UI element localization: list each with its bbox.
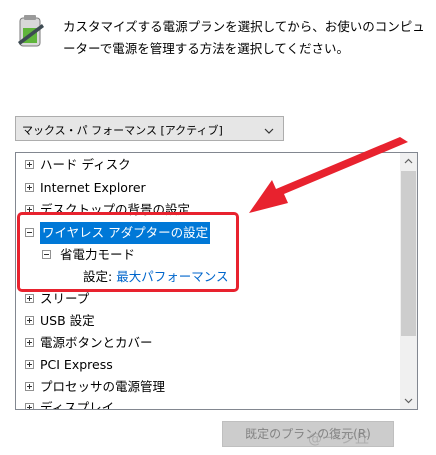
expand-plus-icon[interactable] xyxy=(25,205,34,214)
expand-plus-icon[interactable] xyxy=(25,294,34,303)
power-plan-icon xyxy=(14,14,48,52)
collapse-minus-icon[interactable] xyxy=(42,250,51,259)
expand-plus-icon[interactable] xyxy=(25,382,34,391)
setting-label: 設定: xyxy=(83,269,113,284)
vertical-scrollbar[interactable] xyxy=(400,153,417,409)
expand-plus-icon[interactable] xyxy=(25,360,34,369)
collapse-minus-icon[interactable] xyxy=(25,228,34,237)
scroll-up-arrow-icon[interactable] xyxy=(400,153,417,170)
expand-plus-icon[interactable] xyxy=(25,316,34,325)
expand-plus-icon[interactable] xyxy=(25,403,34,409)
setting-value-link[interactable]: 最大パフォーマンス xyxy=(116,269,228,284)
power-plan-dropdown[interactable]: マックス・パ フォーマンス [アクティブ] xyxy=(15,116,284,141)
scrollbar-thumb[interactable] xyxy=(401,171,416,336)
scroll-down-arrow-icon[interactable] xyxy=(400,392,417,409)
expand-plus-icon[interactable] xyxy=(25,160,34,169)
selected-plan: マックス・パ フォーマンス [アクティブ] xyxy=(22,124,223,137)
watermark: @ー-ジ丘 xyxy=(308,431,370,447)
expand-plus-icon[interactable] xyxy=(25,338,34,347)
expand-plus-icon[interactable] xyxy=(25,183,34,192)
chevron-down-icon xyxy=(263,122,275,134)
description-line-1: カスタマイズする電源プランを選択してから、お使いのコンピュ xyxy=(63,19,425,34)
settings-tree[interactable]: ハード ディスク Internet Explorer デスクトップの背景の設定 … xyxy=(15,152,418,410)
description-line-2: ーターで電源を管理する方法を選択してください。 xyxy=(63,41,350,56)
description-text: カスタマイズする電源プランを選択してから、お使いのコンピュ ーターで電源を管理す… xyxy=(63,16,428,60)
